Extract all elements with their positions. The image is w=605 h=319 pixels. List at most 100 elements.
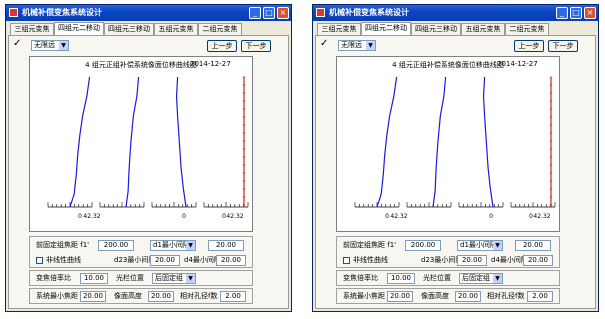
maximize-icon[interactable]: □: [263, 7, 275, 19]
maximize-icon[interactable]: □: [570, 7, 582, 19]
plot-svg: 0 42.32 0 0 42.32: [47, 76, 249, 220]
interval-select-value: d1最小间隔: [153, 241, 190, 249]
front-focal-input[interactable]: 200.00: [98, 240, 134, 251]
close-icon[interactable]: ×: [584, 7, 596, 19]
app-icon: [9, 8, 18, 17]
tab-four-group-two-move[interactable]: 四组元二移动: [361, 22, 411, 35]
system-group: 系统最小焦距 20.00 像面高度 20.00 相对孔径f数 2.00: [336, 288, 560, 304]
x-tick-label: 0: [489, 213, 493, 220]
d4-input[interactable]: 20.00: [216, 255, 246, 266]
tab-panel: ✓ 无限远 ▼ 上一步 下一步 4 组元正组补偿系统像面位移曲线图 2014-1…: [8, 35, 289, 309]
checkmark-icon: ✓: [13, 38, 22, 49]
tab-five-group[interactable]: 五组元变焦: [461, 23, 505, 35]
interval-select-value: d1最小间隔: [460, 241, 497, 249]
tab-three-group[interactable]: 三组元变焦: [10, 23, 54, 35]
nonlinear-checkbox[interactable]: [36, 257, 43, 264]
object-distance-value: 无限远: [341, 41, 362, 49]
d23-input[interactable]: 20.00: [150, 255, 180, 266]
zoom-ratio-label: 变焦倍率比: [343, 274, 378, 282]
zoom-ratio-label: 变焦倍率比: [36, 274, 71, 282]
x-tick-label: 0: [385, 213, 389, 220]
tab-five-group[interactable]: 五组元变焦: [154, 23, 198, 35]
min-focal-label: 系统最小焦距: [36, 292, 78, 300]
tab-four-group-two-move[interactable]: 四组元二移动: [54, 22, 104, 35]
x-tick-label: 0: [182, 213, 186, 220]
prev-step-button[interactable]: 上一步: [207, 40, 237, 52]
image-height-input[interactable]: 20.00: [455, 291, 481, 302]
zoom-group: 变焦倍率比 10.00 光栏位置 后固定组 ▼: [336, 270, 560, 286]
zoom-ratio-input[interactable]: 10.00: [80, 273, 108, 284]
nonlinear-checkbox[interactable]: [343, 257, 350, 264]
plot-area: 4 组元正组补偿系统像面位移曲线图 2014-12-27 0 42.32 0 0 42.…: [336, 56, 560, 232]
tab-four-group-three-move[interactable]: 四组元三移动: [104, 23, 154, 35]
image-height-label: 像面高度: [421, 292, 449, 300]
focal-group: 前固定组焦距 f1' 200.00 d1最小间隔 ▼ 20.00 非线性曲线 d…: [29, 236, 253, 268]
aperture-label: 相对孔径f数: [180, 292, 218, 300]
chevron-down-icon[interactable]: ▼: [493, 241, 502, 250]
aperture-input[interactable]: 2.00: [527, 291, 553, 302]
close-icon[interactable]: ×: [277, 7, 289, 19]
checkmark-icon: ✓: [320, 38, 329, 49]
system-group: 系统最小焦距 20.00 像面高度 20.00 相对孔径f数 2.00: [29, 288, 253, 304]
chevron-down-icon[interactable]: ▼: [186, 241, 195, 250]
object-distance-select[interactable]: 无限远 ▼: [338, 40, 376, 51]
displacement-curve-2: [432, 76, 447, 208]
stop-position-label: 光栏位置: [423, 274, 451, 282]
stop-position-value: 后固定组: [462, 274, 490, 282]
x-tick-label: 42.32: [533, 213, 550, 220]
window-title: 机械补偿变焦系统设计: [22, 8, 102, 17]
x-tick-label: 42.32: [226, 213, 243, 220]
stop-position-select[interactable]: 后固定组 ▼: [152, 273, 196, 284]
nonlinear-label: 非线性曲线: [46, 256, 81, 264]
interval-select[interactable]: d1最小间隔 ▼: [150, 240, 196, 251]
min-focal-input[interactable]: 20.00: [387, 291, 413, 302]
tab-two-group[interactable]: 二组元变焦: [198, 23, 242, 35]
focal-group: 前固定组焦距 f1' 200.00 d1最小间隔 ▼ 20.00 非线性曲线 d…: [336, 236, 560, 268]
interval-input[interactable]: 20.00: [515, 240, 551, 251]
aperture-input[interactable]: 2.00: [220, 291, 246, 302]
x-tick-label: 0: [78, 213, 82, 220]
min-focal-label: 系统最小焦距: [343, 292, 385, 300]
app-window: 机械补偿变焦系统设计 _ □ × 三组元变焦 四组元二移动 四组元三移动 五组元…: [5, 4, 292, 312]
tab-three-group[interactable]: 三组元变焦: [317, 23, 361, 35]
front-focal-input[interactable]: 200.00: [405, 240, 441, 251]
min-focal-input[interactable]: 20.00: [80, 291, 106, 302]
stop-position-value: 后固定组: [155, 274, 183, 282]
object-distance-select[interactable]: 无限远 ▼: [31, 40, 69, 51]
x-tick-label: 42.32: [83, 213, 100, 220]
app-window: 机械补偿变焦系统设计 _ □ × 三组元变焦 四组元二移动 四组元三移动 五组元…: [312, 4, 599, 312]
image-height-label: 像面高度: [114, 292, 142, 300]
plot-svg: 0 42.32 0 0 42.32: [354, 76, 556, 220]
nonlinear-label: 非线性曲线: [353, 256, 388, 264]
app-icon: [316, 8, 325, 17]
zoom-ratio-input[interactable]: 10.00: [387, 273, 415, 284]
displacement-curve-1: [376, 76, 398, 208]
minimize-icon[interactable]: _: [249, 7, 261, 19]
prev-step-button[interactable]: 上一步: [514, 40, 544, 52]
displacement-curve-2: [125, 76, 140, 208]
minimize-icon[interactable]: _: [556, 7, 568, 19]
next-step-button[interactable]: 下一步: [548, 40, 578, 52]
interval-select[interactable]: d1最小间隔 ▼: [457, 240, 503, 251]
d23-input[interactable]: 20.00: [457, 255, 487, 266]
d4-input[interactable]: 20.00: [523, 255, 553, 266]
chevron-down-icon[interactable]: ▼: [59, 41, 68, 50]
stop-position-select[interactable]: 后固定组 ▼: [459, 273, 503, 284]
displacement-curve-1: [69, 76, 91, 208]
displacement-curve-3: [482, 76, 494, 208]
front-focal-label: 前固定组焦距 f1': [343, 241, 397, 249]
title-bar: 机械补偿变焦系统设计 _ □ ×: [313, 5, 598, 21]
object-distance-value: 无限远: [34, 41, 55, 49]
zoom-group: 变焦倍率比 10.00 光栏位置 后固定组 ▼: [29, 270, 253, 286]
image-height-input[interactable]: 20.00: [148, 291, 174, 302]
plot-area: 4 组元正组补偿系统像面位移曲线图 2014-12-27 0 42.32 0 0 42.…: [29, 56, 253, 232]
tab-two-group[interactable]: 二组元变焦: [505, 23, 549, 35]
chevron-down-icon[interactable]: ▼: [493, 274, 502, 283]
chevron-down-icon[interactable]: ▼: [366, 41, 375, 50]
tab-four-group-three-move[interactable]: 四组元三移动: [411, 23, 461, 35]
aperture-label: 相对孔径f数: [487, 292, 525, 300]
chevron-down-icon[interactable]: ▼: [186, 274, 195, 283]
next-step-button[interactable]: 下一步: [241, 40, 271, 52]
stop-position-label: 光栏位置: [116, 274, 144, 282]
interval-input[interactable]: 20.00: [208, 240, 244, 251]
